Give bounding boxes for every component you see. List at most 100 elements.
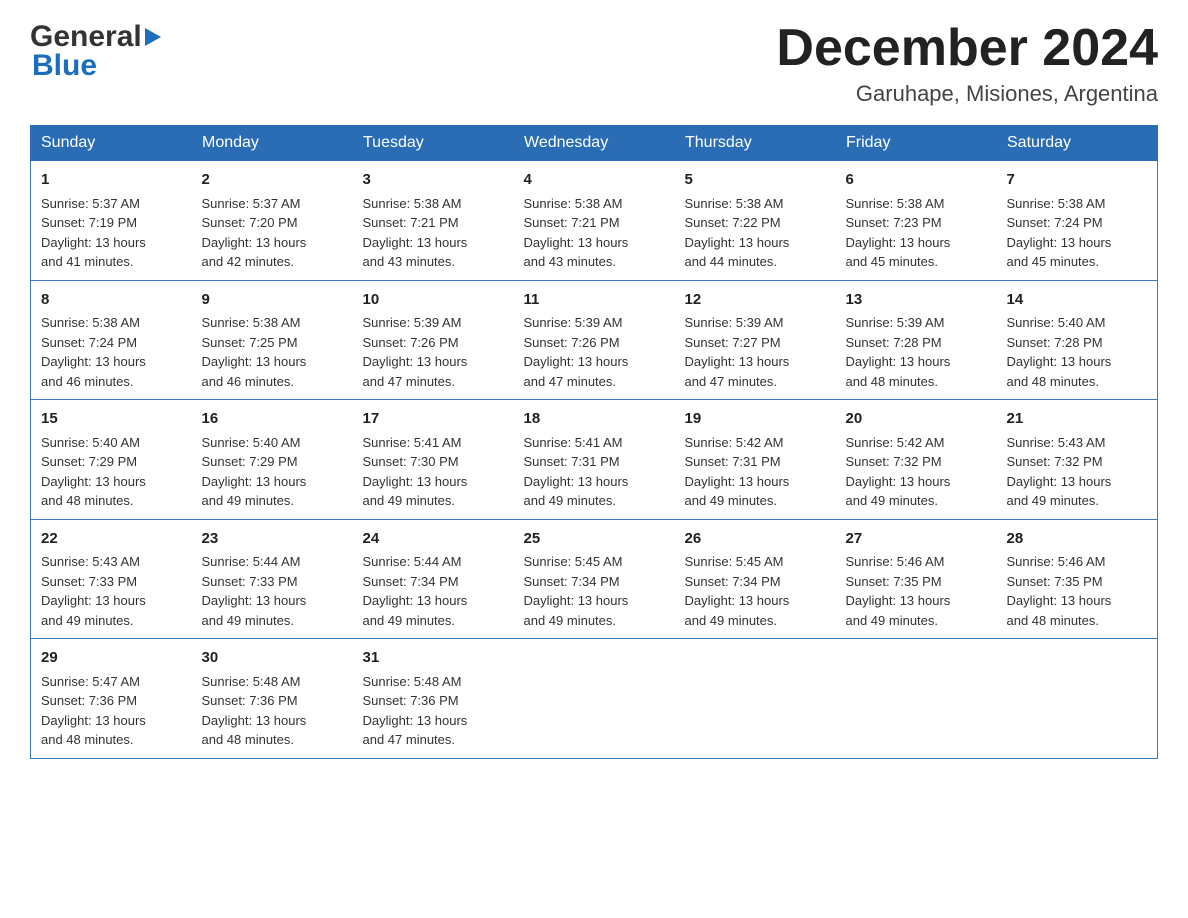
day-number: 12 [685, 289, 826, 312]
day-number: 27 [846, 528, 987, 551]
week-row-4: 22 Sunrise: 5:43 AMSunset: 7:33 PMDaylig… [31, 519, 1158, 639]
day-cell-28: 28 Sunrise: 5:46 AMSunset: 7:35 PMDaylig… [997, 519, 1158, 639]
page-header: General Blue December 2024 Garuhape, Mis… [30, 20, 1158, 107]
day-number: 7 [1007, 169, 1148, 192]
day-number: 11 [524, 289, 665, 312]
day-number: 17 [363, 408, 504, 431]
day-cell-22: 22 Sunrise: 5:43 AMSunset: 7:33 PMDaylig… [31, 519, 192, 639]
day-cell-13: 13 Sunrise: 5:39 AMSunset: 7:28 PMDaylig… [836, 280, 997, 400]
day-number: 20 [846, 408, 987, 431]
day-number: 3 [363, 169, 504, 192]
day-cell-29: 29 Sunrise: 5:47 AMSunset: 7:36 PMDaylig… [31, 639, 192, 759]
day-number: 30 [202, 647, 343, 670]
day-info: Sunrise: 5:39 AMSunset: 7:26 PMDaylight:… [524, 313, 665, 391]
day-info: Sunrise: 5:46 AMSunset: 7:35 PMDaylight:… [846, 552, 987, 630]
day-info: Sunrise: 5:37 AMSunset: 7:19 PMDaylight:… [41, 194, 182, 272]
day-number: 24 [363, 528, 504, 551]
header-wednesday: Wednesday [514, 126, 675, 161]
empty-cell-4-6 [997, 639, 1158, 759]
day-number: 1 [41, 169, 182, 192]
day-cell-14: 14 Sunrise: 5:40 AMSunset: 7:28 PMDaylig… [997, 280, 1158, 400]
header-saturday: Saturday [997, 126, 1158, 161]
day-info: Sunrise: 5:37 AMSunset: 7:20 PMDaylight:… [202, 194, 343, 272]
day-number: 21 [1007, 408, 1148, 431]
calendar-header-row: SundayMondayTuesdayWednesdayThursdayFrid… [31, 126, 1158, 161]
day-info: Sunrise: 5:38 AMSunset: 7:21 PMDaylight:… [363, 194, 504, 272]
day-info: Sunrise: 5:39 AMSunset: 7:28 PMDaylight:… [846, 313, 987, 391]
day-cell-11: 11 Sunrise: 5:39 AMSunset: 7:26 PMDaylig… [514, 280, 675, 400]
day-cell-10: 10 Sunrise: 5:39 AMSunset: 7:26 PMDaylig… [353, 280, 514, 400]
main-title: December 2024 [776, 20, 1158, 77]
day-info: Sunrise: 5:38 AMSunset: 7:24 PMDaylight:… [41, 313, 182, 391]
header-monday: Monday [192, 126, 353, 161]
week-row-3: 15 Sunrise: 5:40 AMSunset: 7:29 PMDaylig… [31, 400, 1158, 520]
day-cell-6: 6 Sunrise: 5:38 AMSunset: 7:23 PMDayligh… [836, 161, 997, 281]
day-cell-19: 19 Sunrise: 5:42 AMSunset: 7:31 PMDaylig… [675, 400, 836, 520]
day-cell-31: 31 Sunrise: 5:48 AMSunset: 7:36 PMDaylig… [353, 639, 514, 759]
day-info: Sunrise: 5:46 AMSunset: 7:35 PMDaylight:… [1007, 552, 1148, 630]
day-cell-27: 27 Sunrise: 5:46 AMSunset: 7:35 PMDaylig… [836, 519, 997, 639]
day-number: 8 [41, 289, 182, 312]
day-info: Sunrise: 5:44 AMSunset: 7:34 PMDaylight:… [363, 552, 504, 630]
day-number: 31 [363, 647, 504, 670]
day-number: 14 [1007, 289, 1148, 312]
day-cell-16: 16 Sunrise: 5:40 AMSunset: 7:29 PMDaylig… [192, 400, 353, 520]
logo-arrow-icon [145, 28, 161, 46]
day-info: Sunrise: 5:48 AMSunset: 7:36 PMDaylight:… [363, 672, 504, 750]
day-info: Sunrise: 5:42 AMSunset: 7:31 PMDaylight:… [685, 433, 826, 511]
day-info: Sunrise: 5:38 AMSunset: 7:22 PMDaylight:… [685, 194, 826, 272]
day-number: 4 [524, 169, 665, 192]
day-cell-26: 26 Sunrise: 5:45 AMSunset: 7:34 PMDaylig… [675, 519, 836, 639]
day-info: Sunrise: 5:38 AMSunset: 7:23 PMDaylight:… [846, 194, 987, 272]
day-info: Sunrise: 5:45 AMSunset: 7:34 PMDaylight:… [685, 552, 826, 630]
empty-cell-4-3 [514, 639, 675, 759]
day-info: Sunrise: 5:39 AMSunset: 7:27 PMDaylight:… [685, 313, 826, 391]
day-number: 26 [685, 528, 826, 551]
day-number: 22 [41, 528, 182, 551]
day-cell-24: 24 Sunrise: 5:44 AMSunset: 7:34 PMDaylig… [353, 519, 514, 639]
header-thursday: Thursday [675, 126, 836, 161]
day-number: 5 [685, 169, 826, 192]
title-area: December 2024 Garuhape, Misiones, Argent… [776, 20, 1158, 107]
day-info: Sunrise: 5:41 AMSunset: 7:30 PMDaylight:… [363, 433, 504, 511]
day-info: Sunrise: 5:44 AMSunset: 7:33 PMDaylight:… [202, 552, 343, 630]
week-row-2: 8 Sunrise: 5:38 AMSunset: 7:24 PMDayligh… [31, 280, 1158, 400]
day-cell-4: 4 Sunrise: 5:38 AMSunset: 7:21 PMDayligh… [514, 161, 675, 281]
day-info: Sunrise: 5:38 AMSunset: 7:25 PMDaylight:… [202, 313, 343, 391]
logo-blue-text: Blue [32, 49, 97, 82]
day-info: Sunrise: 5:38 AMSunset: 7:21 PMDaylight:… [524, 194, 665, 272]
day-cell-3: 3 Sunrise: 5:38 AMSunset: 7:21 PMDayligh… [353, 161, 514, 281]
day-number: 10 [363, 289, 504, 312]
day-number: 23 [202, 528, 343, 551]
day-info: Sunrise: 5:42 AMSunset: 7:32 PMDaylight:… [846, 433, 987, 511]
empty-cell-4-4 [675, 639, 836, 759]
day-cell-12: 12 Sunrise: 5:39 AMSunset: 7:27 PMDaylig… [675, 280, 836, 400]
day-number: 15 [41, 408, 182, 431]
logo: General Blue [30, 20, 161, 82]
day-cell-8: 8 Sunrise: 5:38 AMSunset: 7:24 PMDayligh… [31, 280, 192, 400]
day-number: 28 [1007, 528, 1148, 551]
calendar-table: SundayMondayTuesdayWednesdayThursdayFrid… [30, 125, 1158, 759]
empty-cell-4-5 [836, 639, 997, 759]
day-number: 2 [202, 169, 343, 192]
header-sunday: Sunday [31, 126, 192, 161]
day-cell-7: 7 Sunrise: 5:38 AMSunset: 7:24 PMDayligh… [997, 161, 1158, 281]
day-number: 29 [41, 647, 182, 670]
day-cell-9: 9 Sunrise: 5:38 AMSunset: 7:25 PMDayligh… [192, 280, 353, 400]
day-info: Sunrise: 5:40 AMSunset: 7:29 PMDaylight:… [41, 433, 182, 511]
day-cell-21: 21 Sunrise: 5:43 AMSunset: 7:32 PMDaylig… [997, 400, 1158, 520]
header-tuesday: Tuesday [353, 126, 514, 161]
day-cell-5: 5 Sunrise: 5:38 AMSunset: 7:22 PMDayligh… [675, 161, 836, 281]
day-info: Sunrise: 5:48 AMSunset: 7:36 PMDaylight:… [202, 672, 343, 750]
header-friday: Friday [836, 126, 997, 161]
day-info: Sunrise: 5:43 AMSunset: 7:33 PMDaylight:… [41, 552, 182, 630]
day-number: 13 [846, 289, 987, 312]
day-info: Sunrise: 5:38 AMSunset: 7:24 PMDaylight:… [1007, 194, 1148, 272]
day-cell-25: 25 Sunrise: 5:45 AMSunset: 7:34 PMDaylig… [514, 519, 675, 639]
day-info: Sunrise: 5:40 AMSunset: 7:28 PMDaylight:… [1007, 313, 1148, 391]
day-number: 16 [202, 408, 343, 431]
day-cell-18: 18 Sunrise: 5:41 AMSunset: 7:31 PMDaylig… [514, 400, 675, 520]
day-number: 9 [202, 289, 343, 312]
day-info: Sunrise: 5:43 AMSunset: 7:32 PMDaylight:… [1007, 433, 1148, 511]
day-cell-30: 30 Sunrise: 5:48 AMSunset: 7:36 PMDaylig… [192, 639, 353, 759]
